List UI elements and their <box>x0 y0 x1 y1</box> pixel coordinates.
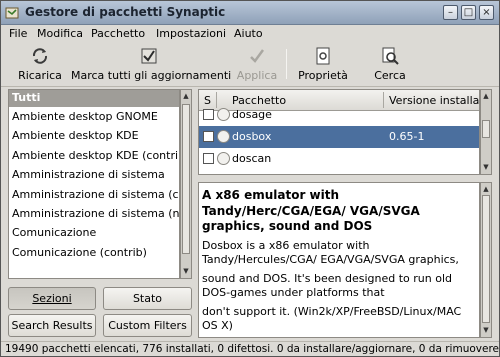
apply-check-icon <box>250 49 265 63</box>
window-title: Gestore di pacchetti Synaptic <box>25 5 226 19</box>
support-icon <box>217 108 230 121</box>
menu-pacchetto[interactable]: Pacchetto <box>91 27 145 40</box>
category-selected-item[interactable]: Tutti <box>9 90 179 107</box>
description-title: A x86 emulator with Tandy/Herc/CGA/EGA/ … <box>202 188 420 233</box>
custom-filters-label: Custom Filters <box>108 319 187 332</box>
menu-aiuto[interactable]: Aiuto <box>234 27 263 40</box>
apply-label: Applica <box>236 69 278 82</box>
category-item[interactable]: Amministrazione di sistema <box>9 165 179 184</box>
package-row[interactable]: dosage <box>199 104 479 126</box>
package-version: 0.65-1 <box>389 130 425 143</box>
search-label: Cerca <box>374 69 406 82</box>
close-icon[interactable]: × <box>479 5 494 20</box>
description-scrollbar[interactable]: ▲ ▼ <box>480 182 492 338</box>
status-label: Stato <box>132 292 163 305</box>
toolbar: Ricarica Marca tutti gli aggiornamenti A… <box>1 43 499 87</box>
package-row[interactable]: doscan <box>199 148 479 170</box>
scroll-up-icon[interactable]: ▲ <box>482 91 490 101</box>
category-item[interactable]: Ambiente desktop KDE <box>9 126 179 145</box>
status-filter-button[interactable]: Stato <box>103 287 192 310</box>
minimize-icon[interactable]: – <box>443 5 458 20</box>
search-button[interactable]: Cerca <box>367 45 413 85</box>
search-results-label: Search Results <box>11 319 93 332</box>
category-item[interactable]: Ambiente desktop KDE (contrib <box>9 146 179 165</box>
properties-label: Proprietà <box>298 69 348 82</box>
package-row-selected[interactable]: dosbox 0.65-1 <box>199 126 479 148</box>
mark-all-upgrades-button[interactable]: Marca tutti gli aggiornamenti <box>71 45 232 85</box>
status-bar: 19490 pacchetti elencati, 776 installati… <box>1 341 499 357</box>
scroll-thumb[interactable] <box>482 120 490 138</box>
category-item[interactable]: Ambiente desktop GNOME <box>9 107 179 126</box>
mark-all-upgrades-label: Marca tutti gli aggiornamenti <box>71 69 232 82</box>
sections-filter-button[interactable]: Sezioni <box>8 287 96 310</box>
properties-button[interactable]: Proprietà <box>293 45 353 85</box>
scroll-down-icon[interactable]: ▼ <box>482 325 490 335</box>
category-list: Tutti Ambiente desktop GNOME Ambiente de… <box>8 89 180 279</box>
toolbar-separator <box>286 49 287 79</box>
package-name: dosage <box>232 108 272 121</box>
category-item[interactable]: Comunicazione (contrib) <box>9 243 179 262</box>
sections-label: Sezioni <box>32 292 72 305</box>
category-item[interactable]: Amministrazione di sistema (co <box>9 185 179 204</box>
scroll-down-icon[interactable]: ▼ <box>182 266 190 276</box>
menu-file[interactable]: File <box>9 27 27 40</box>
description-text: don't support it. (Win2k/XP/FreeBSD/Linu… <box>202 304 462 333</box>
synaptic-window: Gestore di pacchetti Synaptic – □ × File… <box>0 0 500 357</box>
status-checkbox[interactable] <box>203 153 214 164</box>
menu-impostazioni[interactable]: Impostazioni <box>156 27 226 40</box>
description-text: sound and DOS. It's been designed to run… <box>202 271 452 300</box>
apply-button[interactable]: Applica <box>233 45 281 85</box>
package-description: A x86 emulator with Tandy/Herc/CGA/EGA/ … <box>198 182 480 338</box>
scroll-down-icon[interactable]: ▼ <box>482 162 490 172</box>
search-icon <box>382 47 399 65</box>
scroll-thumb[interactable] <box>182 104 190 254</box>
scroll-up-icon[interactable]: ▲ <box>182 91 190 101</box>
category-item[interactable]: Comunicazione <box>9 223 179 242</box>
support-icon <box>217 152 230 165</box>
custom-filters-button[interactable]: Custom Filters <box>103 314 192 337</box>
menu-modifica[interactable]: Modifica <box>37 27 83 40</box>
reload-label: Ricarica <box>18 69 62 82</box>
title-bar[interactable]: Gestore di pacchetti Synaptic – □ × <box>1 1 499 25</box>
scroll-thumb[interactable] <box>482 195 490 323</box>
properties-icon <box>316 47 330 65</box>
synaptic-app-icon <box>5 7 19 19</box>
menu-bar: File Modifica Pacchetto Impostazioni Aiu… <box>1 25 499 43</box>
package-list-scrollbar[interactable]: ▲ ▼ <box>480 89 492 175</box>
reload-icon <box>32 48 48 64</box>
description-text: Dosbox is a x86 emulator with Tandy/Herc… <box>202 238 459 267</box>
category-scrollbar[interactable]: ▲ ▼ <box>180 89 192 279</box>
scroll-up-icon[interactable]: ▲ <box>482 184 490 194</box>
category-item[interactable]: Amministrazione di sistema (no <box>9 204 179 223</box>
status-checkbox[interactable] <box>203 131 214 142</box>
package-name: dosbox <box>232 130 272 143</box>
package-list: S Pacchetto Versione installata dosage d… <box>198 89 480 175</box>
status-checkbox[interactable] <box>203 109 214 120</box>
status-text: 19490 pacchetti elencati, 776 installati… <box>5 343 499 355</box>
package-name: doscan <box>232 152 272 165</box>
mark-upgrades-icon <box>141 48 157 64</box>
search-results-button[interactable]: Search Results <box>8 314 96 337</box>
support-icon <box>217 130 230 143</box>
maximize-icon[interactable]: □ <box>461 5 476 20</box>
reload-button[interactable]: Ricarica <box>15 45 65 85</box>
